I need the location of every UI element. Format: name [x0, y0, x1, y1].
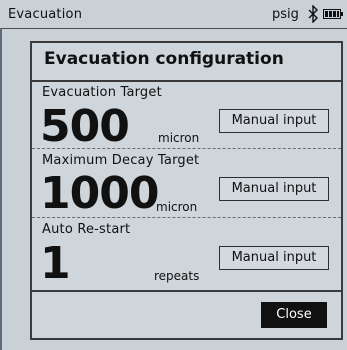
section-divider — [32, 148, 341, 149]
device-screen: Evacuation psig Evacuation configuration… — [0, 0, 347, 350]
max-decay-target-manual-input-button[interactable]: Manual input — [219, 177, 329, 201]
evacuation-target-unit: micron — [158, 131, 200, 145]
footer-divider — [32, 290, 341, 292]
pressure-unit: psig — [272, 7, 299, 22]
bluetooth-icon — [308, 5, 318, 23]
title-divider — [32, 80, 341, 82]
auto-restart-manual-input-button[interactable]: Manual input — [219, 246, 329, 270]
max-decay-target-label: Maximum Decay Target — [42, 153, 200, 168]
evacuation-target-manual-input-button[interactable]: Manual input — [219, 109, 329, 133]
evacuation-target-value: 500 — [40, 101, 130, 152]
auto-restart-label: Auto Re-start — [42, 222, 131, 237]
dialog-title: Evacuation configuration — [44, 49, 284, 69]
evacuation-target-label: Evacuation Target — [42, 85, 162, 100]
auto-restart-unit: repeats — [154, 269, 200, 283]
section-divider — [32, 217, 341, 218]
status-title: Evacuation — [8, 7, 83, 22]
max-decay-target-unit: micron — [156, 200, 198, 214]
auto-restart-value: 1 — [40, 238, 71, 289]
close-button[interactable]: Close — [261, 302, 327, 328]
max-decay-target-value: 1000 — [40, 168, 159, 219]
evacuation-config-dialog: Evacuation configuration Evacuation Targ… — [30, 41, 343, 340]
left-edge-strip — [0, 28, 2, 350]
battery-icon — [323, 9, 343, 19]
status-bar: Evacuation psig — [2, 0, 347, 29]
